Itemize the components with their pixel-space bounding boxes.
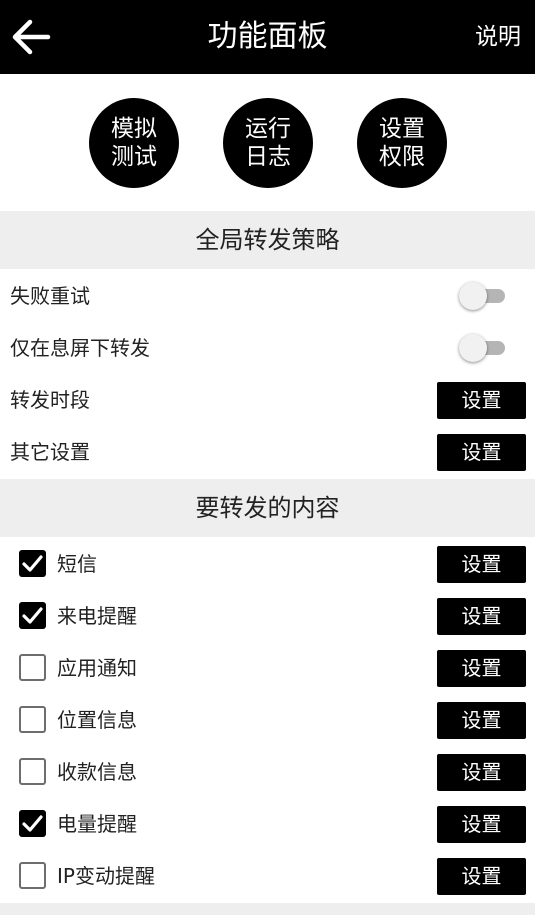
screen-off-toggle[interactable] (459, 334, 505, 362)
content-label: 电量提醒 (57, 812, 137, 836)
content-label: 应用通知 (57, 656, 137, 680)
content-row: 短信 设置 (0, 538, 535, 590)
checkmark-icon (22, 555, 43, 572)
page-title: 功能面板 (207, 19, 328, 54)
content-label: 收款信息 (57, 760, 137, 784)
period-label: 转发时段 (10, 388, 90, 412)
toggle-thumb (459, 282, 487, 310)
setting-row-other: 其它设置 设置 (0, 426, 535, 478)
content-checkbox[interactable] (19, 758, 46, 785)
circle-label-line1: 模拟 (111, 116, 157, 142)
content-settings-button[interactable]: 设置 (437, 546, 526, 583)
section-header-global: 全局转发策略 (0, 211, 535, 269)
setting-row-screen-off: 仅在息屏下转发 (0, 322, 535, 374)
simulate-test-button[interactable]: 模拟 测试 (89, 98, 179, 188)
content-checkbox[interactable] (19, 810, 46, 837)
circle-label-line1: 运行 (245, 116, 291, 142)
content-settings-button[interactable]: 设置 (437, 754, 526, 791)
content-checkbox[interactable] (19, 654, 46, 681)
retry-toggle[interactable] (459, 282, 505, 310)
circle-label-line1: 设置 (379, 116, 425, 142)
setting-row-period: 转发时段 设置 (0, 374, 535, 426)
other-label: 其它设置 (10, 440, 90, 464)
set-permissions-button[interactable]: 设置 权限 (357, 98, 447, 188)
setting-row-retry: 失败重试 (0, 270, 535, 322)
content-label: 位置信息 (57, 708, 137, 732)
circle-label-line2: 日志 (245, 144, 291, 170)
screen-off-label: 仅在息屏下转发 (10, 336, 150, 360)
content-row: 收款信息 设置 (0, 746, 535, 798)
retry-label: 失败重试 (10, 284, 90, 308)
help-button[interactable]: 说明 (475, 22, 521, 52)
content-checkbox[interactable] (19, 602, 46, 629)
content-settings-button[interactable]: 设置 (437, 650, 526, 687)
content-label: 短信 (57, 552, 97, 576)
content-settings-button[interactable]: 设置 (437, 806, 526, 843)
other-settings-button[interactable]: 设置 (437, 434, 526, 471)
content-checkbox[interactable] (19, 550, 46, 577)
content-label: IP变动提醒 (57, 864, 155, 888)
content-row: 电量提醒 设置 (0, 798, 535, 850)
app-bar: 功能面板 说明 (0, 0, 535, 74)
content-row: 位置信息 设置 (0, 694, 535, 746)
bottom-divider (0, 903, 535, 915)
section-header-content: 要转发的内容 (0, 479, 535, 537)
content-settings-button[interactable]: 设置 (437, 598, 526, 635)
content-settings-button[interactable]: 设置 (437, 858, 526, 895)
content-row: IP变动提醒 设置 (0, 850, 535, 902)
circle-label-line2: 权限 (379, 144, 425, 170)
content-row: 应用通知 设置 (0, 642, 535, 694)
circle-label-line2: 测试 (111, 144, 157, 170)
checkmark-icon (22, 815, 43, 832)
content-row: 来电提醒 设置 (0, 590, 535, 642)
content-settings-button[interactable]: 设置 (437, 702, 526, 739)
content-checkbox[interactable] (19, 862, 46, 889)
content-checkbox[interactable] (19, 706, 46, 733)
period-settings-button[interactable]: 设置 (437, 382, 526, 419)
checkmark-icon (22, 607, 43, 624)
run-log-button[interactable]: 运行 日志 (223, 98, 313, 188)
toggle-thumb (459, 334, 487, 362)
quick-actions: 模拟 测试 运行 日志 设置 权限 (0, 74, 535, 211)
content-label: 来电提醒 (57, 604, 137, 628)
